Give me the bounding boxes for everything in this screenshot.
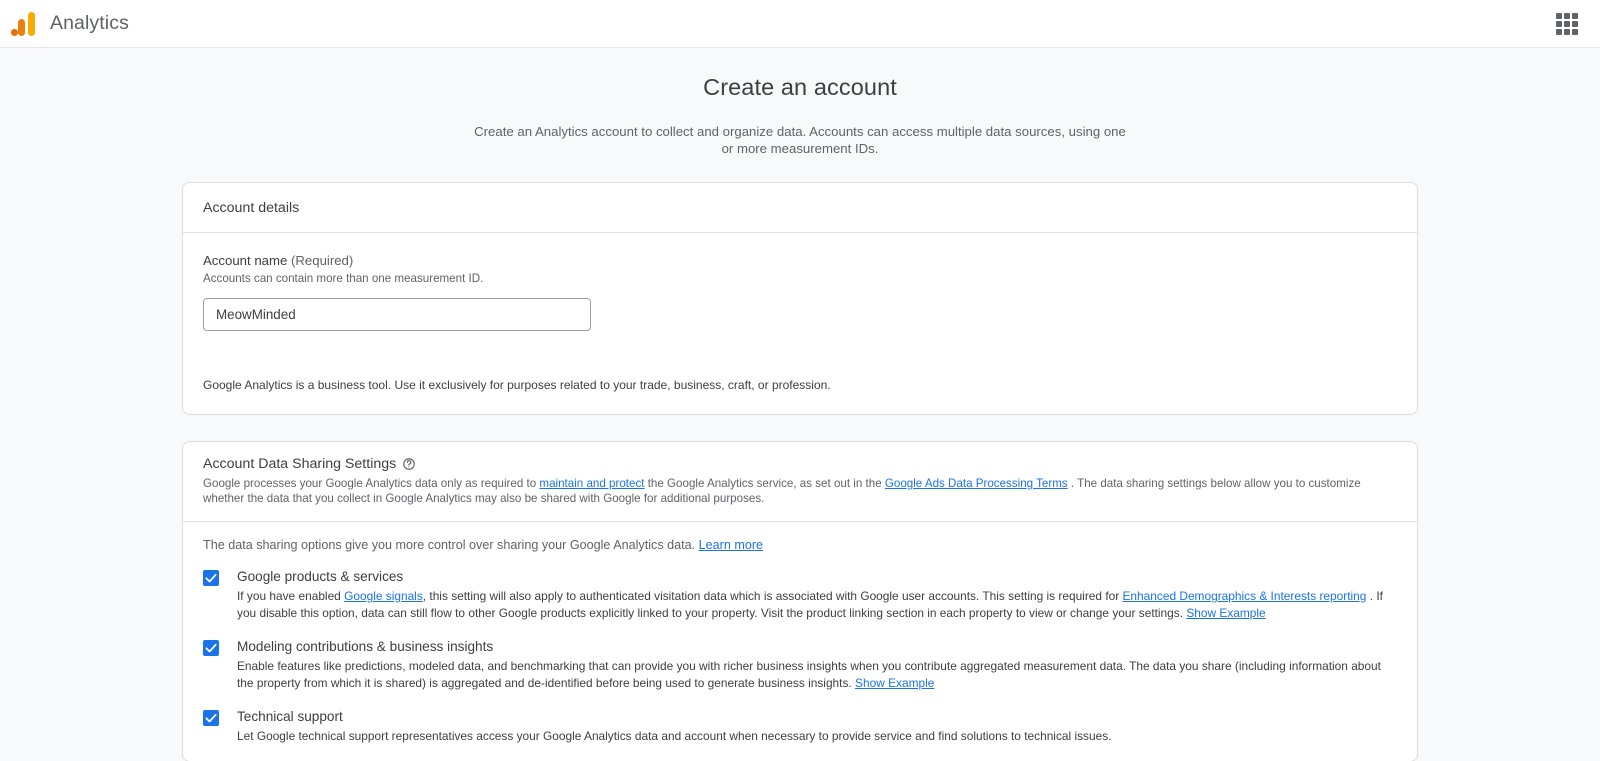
account-details-card-header: Account details <box>183 183 1417 233</box>
account-name-help-text: Accounts can contain more than one measu… <box>203 272 1397 285</box>
data-sharing-card: Account Data Sharing Settings Google pro… <box>182 441 1418 761</box>
data-sharing-title-row: Account Data Sharing Settings <box>203 456 1397 472</box>
option-technical-support: Technical support Let Google technical s… <box>203 708 1397 745</box>
checkbox-technical-support[interactable] <box>203 710 219 726</box>
link-google-signals[interactable]: Google signals <box>344 589 423 603</box>
google-apps-grid-icon[interactable] <box>1556 13 1578 35</box>
grid-dot <box>1572 13 1578 19</box>
business-tool-note: Google Analytics is a business tool. Use… <box>203 331 1397 414</box>
grid-dot <box>1572 29 1578 35</box>
account-name-input[interactable] <box>203 298 591 331</box>
page-header: Create an account Create an Analytics ac… <box>0 48 1600 157</box>
grid-dot <box>1564 21 1570 27</box>
option-text-technical-support: Technical support Let Google technical s… <box>237 708 1397 745</box>
account-details-card: Account details Account name (Required) … <box>182 182 1418 415</box>
link-show-example-products[interactable]: Show Example <box>1186 606 1265 620</box>
data-sharing-title: Account Data Sharing Settings <box>203 456 396 472</box>
data-sharing-card-header: Account Data Sharing Settings Google pro… <box>183 442 1417 522</box>
grid-dot <box>1556 13 1562 19</box>
logo-bar-tall <box>28 12 35 36</box>
option-text-modeling-contributions: Modeling contributions & business insigh… <box>237 638 1397 692</box>
option-modeling-contributions: Modeling contributions & business insigh… <box>203 638 1397 692</box>
option-title-google-products-services: Google products & services <box>237 568 1397 585</box>
desc-part-1: If you have enabled <box>237 589 344 603</box>
top-app-bar: Analytics <box>0 0 1600 48</box>
options-intro-text: The data sharing options give you more c… <box>203 538 699 552</box>
sharing-desc-part-2: the Google Analytics service, as set out… <box>644 477 884 490</box>
grid-dot <box>1564 29 1570 35</box>
analytics-logo-icon[interactable] <box>10 11 36 37</box>
account-name-required-tag: (Required) <box>291 253 353 268</box>
option-desc-technical-support: Let Google technical support representat… <box>237 728 1397 745</box>
account-name-label: Account name (Required) <box>203 253 1397 268</box>
account-name-label-text: Account name <box>203 253 287 268</box>
grid-dot <box>1556 29 1562 35</box>
grid-dot <box>1572 21 1578 27</box>
option-google-products-services: Google products & services If you have e… <box>203 568 1397 622</box>
create-account-page: Create an account Create an Analytics ac… <box>0 48 1600 761</box>
option-text-google-products-services: Google products & services If you have e… <box>237 568 1397 622</box>
desc-part-1: Enable features like predictions, modele… <box>237 659 1381 690</box>
product-name: Analytics <box>50 12 129 35</box>
data-sharing-description: Google processes your Google Analytics d… <box>203 477 1393 506</box>
account-details-card-body: Account name (Required) Accounts can con… <box>183 233 1417 414</box>
help-circle-icon[interactable] <box>402 457 416 471</box>
checkbox-google-products-services[interactable] <box>203 570 219 586</box>
grid-dot <box>1564 13 1570 19</box>
option-title-technical-support: Technical support <box>237 708 1397 725</box>
option-desc-google-products-services: If you have enabled Google signals, this… <box>237 588 1397 622</box>
grid-dot <box>1556 21 1562 27</box>
account-details-title: Account details <box>203 200 299 216</box>
link-show-example-modeling[interactable]: Show Example <box>855 676 934 690</box>
link-enhanced-demographics-interests-reporting[interactable]: Enhanced Demographics & Interests report… <box>1123 589 1367 603</box>
logo-bar-mid <box>18 19 25 36</box>
link-maintain-and-protect[interactable]: maintain and protect <box>539 477 644 490</box>
link-learn-more[interactable]: Learn more <box>699 538 763 552</box>
link-google-ads-data-processing-terms[interactable]: Google Ads Data Processing Terms <box>885 477 1068 490</box>
page-subtitle: Create an Analytics account to collect a… <box>470 123 1130 157</box>
option-desc-modeling-contributions: Enable features like predictions, modele… <box>237 658 1397 692</box>
checkbox-modeling-contributions[interactable] <box>203 640 219 656</box>
page-title: Create an account <box>0 74 1600 101</box>
data-sharing-card-body: The data sharing options give you more c… <box>183 522 1417 745</box>
logo-dot <box>11 29 18 36</box>
option-title-modeling-contributions: Modeling contributions & business insigh… <box>237 638 1397 655</box>
desc-part-2: , this setting will also apply to authen… <box>423 589 1123 603</box>
sharing-desc-part-1: Google processes your Google Analytics d… <box>203 477 539 490</box>
options-intro: The data sharing options give you more c… <box>203 538 1397 552</box>
